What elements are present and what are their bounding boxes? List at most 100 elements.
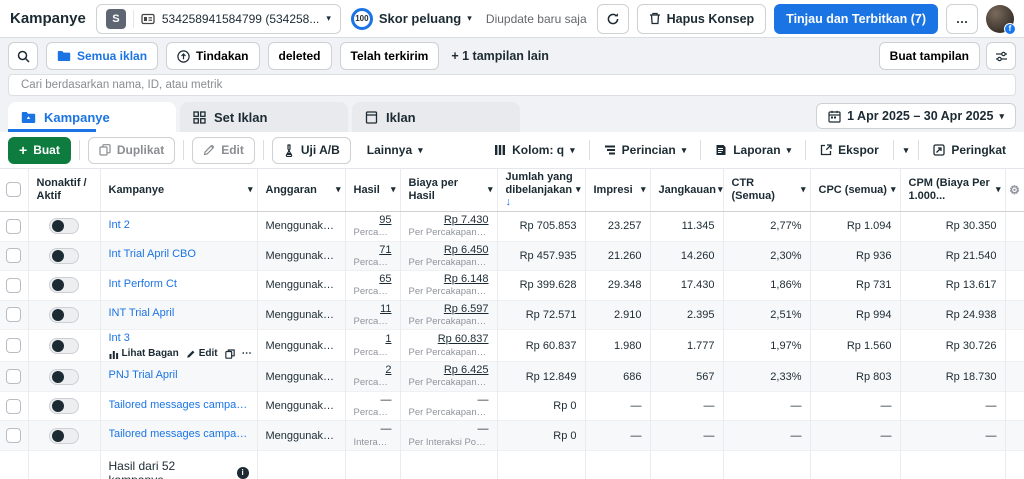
row-more-button[interactable]: ⋯ — [242, 348, 252, 359]
date-range-button[interactable]: 1 Apr 2025 – 30 Apr 2025 ▾ — [816, 103, 1016, 129]
view-settings-button[interactable] — [986, 42, 1016, 70]
export-options-button[interactable]: ▾ — [898, 137, 915, 164]
row-checkbox[interactable] — [6, 428, 22, 444]
reach-value: — — [650, 391, 724, 421]
select-all-checkbox[interactable] — [6, 182, 22, 198]
campaign-toggle[interactable] — [49, 337, 79, 354]
search-input[interactable] — [8, 74, 1016, 96]
discard-draft-button[interactable]: Hapus Konsep — [636, 3, 767, 34]
tab-set-iklan[interactable]: Set Iklan — [180, 102, 348, 132]
more-actions-button[interactable]: Lainnya ▾ — [357, 137, 433, 164]
caret-down-icon[interactable]: ▾ — [248, 185, 253, 194]
result-value[interactable]: 2 — [354, 364, 391, 377]
caret-down-icon[interactable]: ▾ — [891, 185, 896, 194]
ctr-value: 2,51% — [723, 300, 811, 330]
more-views-link[interactable]: + 1 tampilan lain — [451, 49, 549, 63]
cost-per-result-cell: Rp 6.450Per Percakapan Pesa... — [400, 241, 498, 271]
cost-per-result-value[interactable]: Rp 60.837 — [409, 333, 489, 346]
row-checkbox[interactable] — [6, 218, 22, 234]
opportunity-score[interactable]: 100 Skor peluang ▾ — [350, 7, 472, 30]
edit-row-button[interactable]: Edit — [186, 348, 218, 359]
impressions-value: 686 — [585, 361, 651, 392]
campaign-toggle[interactable] — [49, 427, 79, 444]
cost-per-result-value[interactable]: Rp 6.148 — [409, 273, 489, 286]
caret-down-icon[interactable]: ▾ — [996, 185, 1001, 194]
result-value[interactable]: 11 — [354, 303, 391, 316]
account-selector[interactable]: S 534258941584799 (534258... ▾ — [95, 3, 341, 34]
result-value[interactable]: 71 — [354, 244, 391, 257]
campaign-toggle[interactable] — [49, 218, 79, 235]
caret-down-icon[interactable]: ▾ — [391, 185, 396, 194]
refresh-button[interactable] — [596, 3, 629, 34]
ab-test-button[interactable]: Uji A/B — [271, 136, 351, 164]
result-value[interactable]: 95 — [354, 214, 391, 227]
row-checkbox[interactable] — [6, 338, 22, 354]
campaign-link[interactable]: Int 3 — [109, 332, 130, 344]
export-button[interactable]: Ekspor — [810, 137, 889, 164]
caret-down-icon[interactable]: ▾ — [801, 185, 806, 194]
row-checkbox[interactable] — [6, 369, 22, 385]
column-header-reach[interactable]: Jangkauan ▾ — [650, 168, 724, 212]
campaign-link[interactable]: Int 2 — [109, 219, 130, 231]
cost-per-result-value[interactable]: Rp 6.450 — [409, 244, 489, 257]
campaign-toggle[interactable] — [49, 398, 79, 415]
campaign-link[interactable]: INT Trial April — [109, 307, 175, 319]
row-checkbox[interactable] — [6, 277, 22, 293]
reports-button[interactable]: Laporan ▾ — [705, 137, 801, 164]
column-header-impressions[interactable]: Impresi ▾ — [585, 168, 651, 212]
tab-iklan[interactable]: Iklan — [352, 102, 520, 132]
row-checkbox[interactable] — [6, 398, 22, 414]
filter-chip-deleted[interactable]: deleted — [267, 42, 332, 70]
column-header-cpc[interactable]: CPC (semua) ▾ — [810, 168, 901, 212]
info-icon[interactable]: i — [236, 466, 249, 479]
column-header-result[interactable]: Hasil ▾ — [345, 168, 401, 212]
create-view-button[interactable]: Buat tampilan — [878, 42, 980, 70]
caret-down-icon[interactable]: ▾ — [488, 185, 493, 194]
result-value[interactable]: 1 — [354, 333, 391, 346]
column-header-ctr[interactable]: CTR (Semua) ▾ — [723, 168, 811, 212]
duplicate-row-button[interactable] — [224, 349, 235, 359]
rank-button[interactable]: Peringkat — [923, 137, 1016, 164]
column-header-cpm[interactable]: CPM (Biaya Per 1.000... ▾ — [900, 168, 1006, 212]
caret-down-icon[interactable]: ▾ — [336, 185, 341, 194]
filter-tindakan[interactable]: Tindakan — [166, 42, 260, 70]
column-header-budget[interactable]: Anggaran ▾ — [257, 168, 346, 212]
profile-avatar[interactable]: f — [986, 4, 1016, 35]
duplicate-button[interactable]: Duplikat — [87, 136, 176, 164]
campaign-toggle[interactable] — [49, 368, 79, 385]
filter-chip-telah-terkirim[interactable]: Telah terkirim — [339, 42, 440, 70]
column-header-cost[interactable]: Biaya per Hasil ▾ — [400, 168, 498, 212]
more-options-button[interactable]: … — [946, 3, 978, 34]
campaign-toggle[interactable] — [49, 277, 79, 294]
review-publish-button[interactable]: Tinjau dan Terbitkan (7) — [774, 3, 938, 34]
cpm-value: Rp 13.617 — [900, 270, 1006, 301]
breakdown-button[interactable]: Perincian ▾ — [594, 137, 697, 164]
campaign-link[interactable]: Int Trial April CBO — [109, 248, 196, 260]
campaign-link[interactable]: Tailored messages campaign 08/0... — [109, 399, 249, 411]
gear-icon[interactable]: ⚙ — [1009, 183, 1020, 197]
table-row: Int 2Menggunakan an...95Percakapan ...Rp… — [0, 211, 1024, 241]
filter-all-ads[interactable]: Semua iklan — [46, 42, 159, 70]
caret-down-icon[interactable]: ▾ — [641, 185, 646, 194]
campaign-link[interactable]: Tailored messages campaign 04/0... — [109, 428, 249, 440]
column-header-name[interactable]: Kampanye ▾ — [100, 168, 258, 212]
edit-button[interactable]: Edit — [192, 136, 255, 164]
cost-per-result-value[interactable]: Rp 6.597 — [409, 303, 489, 316]
row-checkbox[interactable] — [6, 248, 22, 264]
cost-per-result-value[interactable]: Rp 6.425 — [409, 364, 489, 377]
campaign-toggle[interactable] — [49, 306, 79, 323]
caret-down-icon[interactable]: ▾ — [576, 185, 581, 194]
tab-kampanye[interactable]: Kampanye — [8, 102, 176, 132]
caret-down-icon[interactable]: ▾ — [718, 185, 723, 194]
column-header-spent[interactable]: Jumlah yang dibelanjakan ↓ ▾ — [497, 168, 586, 212]
campaign-link[interactable]: Int Perform Ct — [109, 278, 177, 290]
cost-per-result-value[interactable]: Rp 7.430 — [409, 214, 489, 227]
campaign-toggle[interactable] — [49, 247, 79, 264]
row-checkbox[interactable] — [6, 307, 22, 323]
create-button[interactable]: + Buat — [8, 136, 71, 164]
result-value[interactable]: 65 — [354, 273, 391, 286]
search-button[interactable] — [8, 42, 38, 70]
view-chart-button[interactable]: Lihat Bagan — [109, 348, 179, 359]
columns-button[interactable]: Kolom: q ▾ — [484, 137, 585, 164]
campaign-link[interactable]: PNJ Trial April — [109, 369, 178, 381]
